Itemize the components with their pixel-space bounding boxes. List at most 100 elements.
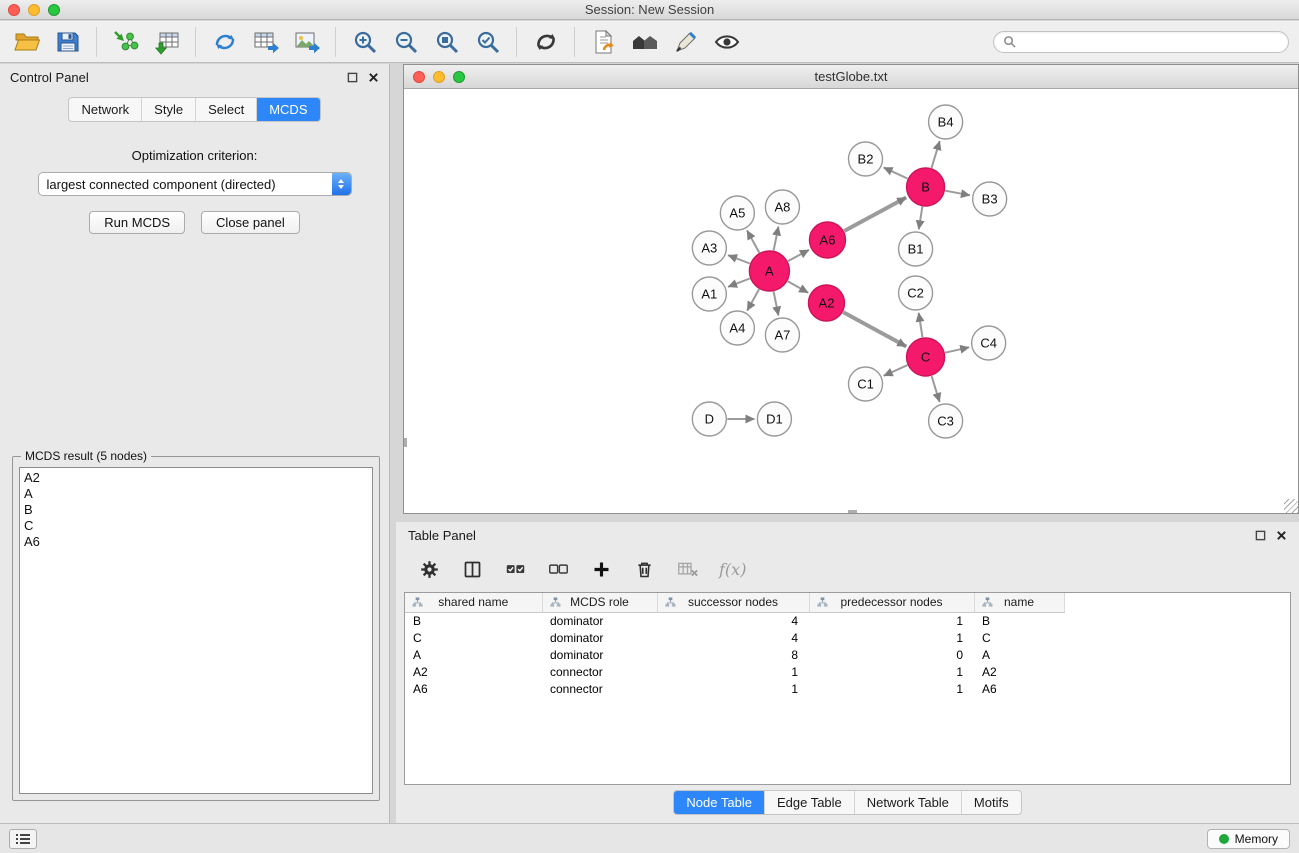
mcds-result-list[interactable]: A2ABCA6 [19,467,373,794]
export-table-button[interactable] [249,25,282,58]
graph-node-B3[interactable]: B3 [973,182,1007,216]
close-panel-button[interactable]: Close panel [201,211,300,234]
cell-mcds-role[interactable]: connector [542,663,657,680]
tab-network[interactable]: Network [69,98,142,121]
graph-node-A4[interactable]: A4 [720,311,754,345]
cell-predecessor-nodes[interactable]: 1 [809,680,974,697]
network-canvas[interactable]: B4B2BB3A5A8A6B1A3AC2A1A2A4A7C4CC1C3DD1 [404,90,1298,513]
mcds-result-item[interactable]: A2 [24,470,368,486]
save-session-button[interactable] [51,25,84,58]
table-settings-button[interactable] [418,558,440,580]
cell-mcds-role[interactable]: dominator [542,612,657,629]
float-table-panel-icon[interactable] [1255,530,1266,541]
delete-table-button[interactable] [676,558,698,580]
cell-successor-nodes[interactable]: 4 [657,629,809,646]
import-network-button[interactable] [109,25,142,58]
export-document-button[interactable] [587,25,620,58]
graph-node-C4[interactable]: C4 [972,326,1006,360]
graph-edge-A-A5[interactable] [747,231,759,253]
export-image-button[interactable] [290,25,323,58]
tab-motifs[interactable]: Motifs [962,791,1021,814]
cell-successor-nodes[interactable]: 4 [657,612,809,629]
cell-shared-name[interactable]: A2 [405,663,542,680]
add-column-button[interactable] [590,558,612,580]
zoom-fit-button[interactable] [430,25,463,58]
graph-node-A7[interactable]: A7 [765,318,799,352]
graph-node-A5[interactable]: A5 [720,196,754,230]
delete-column-button[interactable] [633,558,655,580]
zoom-in-button[interactable] [348,25,381,58]
run-mcds-button[interactable]: Run MCDS [89,211,185,234]
graph-node-D1[interactable]: D1 [757,402,791,436]
search-box[interactable] [993,31,1289,53]
import-table-button[interactable] [150,25,183,58]
graph-edge-B-B3[interactable] [945,191,970,196]
graph-edge-A-A7[interactable] [774,292,779,316]
zoom-selected-button[interactable] [471,25,504,58]
zoom-out-button[interactable] [389,25,422,58]
column-header-successor-nodes[interactable]: successor nodes [657,593,809,612]
cell-predecessor-nodes[interactable]: 1 [809,629,974,646]
column-header-shared-name[interactable]: shared name [405,593,542,612]
graph-edge-C-C2[interactable] [919,313,923,337]
graph-edge-B-B1[interactable] [919,207,923,230]
tab-mcds[interactable]: MCDS [257,98,319,121]
annotation-wand-button[interactable] [669,25,702,58]
refresh-button[interactable] [529,25,562,58]
graph-node-A2[interactable]: A2 [808,285,844,321]
graph-node-C2[interactable]: C2 [899,276,933,310]
mcds-result-item[interactable]: A6 [24,534,368,550]
deselect-all-columns-button[interactable] [547,558,569,580]
graph-edge-A-A3[interactable] [728,255,750,263]
cell-name[interactable]: B [974,612,1064,629]
table-row[interactable]: Bdominator41B [405,612,1290,629]
close-table-panel-icon[interactable] [1276,530,1287,541]
graph-node-A8[interactable]: A8 [765,190,799,224]
graph-node-A1[interactable]: A1 [692,277,726,311]
cell-predecessor-nodes[interactable]: 0 [809,646,974,663]
export-network-button[interactable] [208,25,241,58]
column-header-predecessor-nodes[interactable]: predecessor nodes [809,593,974,612]
mcds-result-item[interactable]: A [24,486,368,502]
cell-name[interactable]: A6 [974,680,1064,697]
table-row[interactable]: Cdominator41C [405,629,1290,646]
criterion-dropdown[interactable]: largest connected component (directed) [38,172,352,196]
cell-predecessor-nodes[interactable]: 1 [809,612,974,629]
graph-node-C3[interactable]: C3 [929,404,963,438]
cell-name[interactable]: A2 [974,663,1064,680]
task-history-button[interactable] [9,829,37,849]
graph-edge-A-A2[interactable] [788,281,808,292]
select-all-columns-button[interactable] [504,558,526,580]
cell-mcds-role[interactable]: connector [542,680,657,697]
graph-edge-C-C1[interactable] [884,365,908,376]
graph-node-A3[interactable]: A3 [692,231,726,265]
cell-mcds-role[interactable]: dominator [542,646,657,663]
graph-node-C1[interactable]: C1 [848,367,882,401]
graph-edge-A-A4[interactable] [747,289,759,310]
graph-edge-B-B4[interactable] [931,141,939,168]
tab-select[interactable]: Select [196,98,257,121]
table-row[interactable]: A6connector11A6 [405,680,1290,697]
table-row[interactable]: Adominator80A [405,646,1290,663]
tab-node-table[interactable]: Node Table [674,791,765,814]
column-header-mcds-role[interactable]: MCDS role [542,593,657,612]
network-overview-button[interactable] [628,25,661,58]
cell-shared-name[interactable]: C [405,629,542,646]
network-window-titlebar[interactable]: testGlobe.txt [404,65,1298,89]
graph-node-B2[interactable]: B2 [848,142,882,176]
tab-network-table[interactable]: Network Table [855,791,962,814]
graph-node-B[interactable]: B [907,168,945,206]
cell-name[interactable]: C [974,629,1064,646]
network-graph[interactable]: B4B2BB3A5A8A6B1A3AC2A1A2A4A7C4CC1C3DD1 [404,90,1298,513]
tab-style[interactable]: Style [142,98,196,121]
graph-node-D[interactable]: D [692,402,726,436]
graph-edge-A-A1[interactable] [728,279,750,287]
column-header-name[interactable]: name [974,593,1064,612]
resize-grip[interactable] [1284,499,1298,513]
graph-edge-A-A8[interactable] [774,227,779,251]
graph-edge-A6-B[interactable] [844,198,906,232]
graph-node-A[interactable]: A [749,251,789,291]
cell-shared-name[interactable]: A [405,646,542,663]
graph-node-B1[interactable]: B1 [899,232,933,266]
graph-edge-C-C4[interactable] [945,347,969,352]
